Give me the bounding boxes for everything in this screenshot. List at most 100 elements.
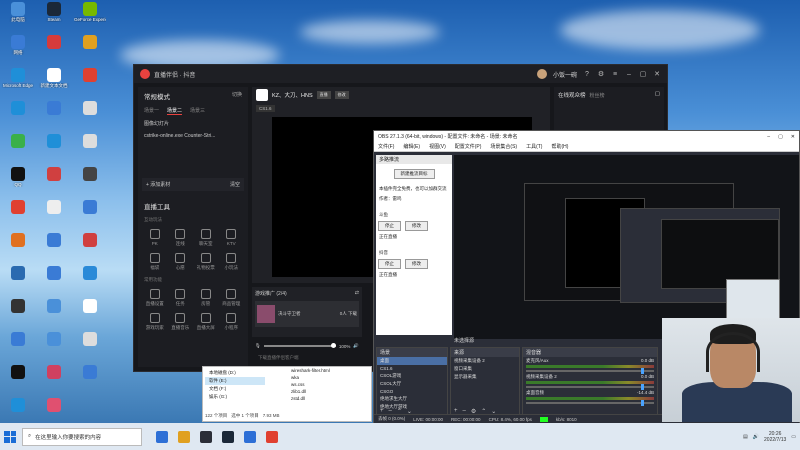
notification-icon[interactable]: ▭ [791, 434, 796, 440]
volume-icon[interactable]: 🔊 [753, 434, 759, 440]
taskbar-app-icon[interactable] [178, 430, 190, 443]
desktop-icon[interactable] [2, 233, 34, 266]
source-item[interactable]: 视频采集设备 2 [451, 357, 519, 365]
tool-gift-vote[interactable]: 礼物投票 [193, 253, 219, 271]
network-icon[interactable]: ▤ [743, 434, 748, 440]
menu-view[interactable]: 视图(V) [429, 143, 446, 150]
minimize-icon[interactable]: – [625, 71, 633, 78]
tool-ktv[interactable]: KTV [219, 229, 245, 247]
desktop-icon[interactable] [38, 167, 70, 200]
tool-link[interactable]: 连线 [168, 229, 194, 247]
tab-scene-3[interactable]: 场景三 [190, 107, 205, 115]
scene-item[interactable]: 桌面 [377, 357, 447, 365]
settings-icon[interactable]: ⚙ [597, 70, 605, 78]
menu-scene-collection[interactable]: 场景集合(S) [490, 143, 517, 150]
menu-help[interactable]: 帮助(H) [551, 143, 568, 150]
file-item[interactable]: wireshark-filter.html [287, 367, 367, 374]
tool-task[interactable]: 任务 [168, 289, 194, 307]
desktop-icon[interactable]: 此电脑 [2, 2, 34, 35]
switch-mode-button[interactable]: 切换 [232, 91, 242, 101]
tool-chatroom[interactable]: 聊天室 [193, 229, 219, 247]
desktop-icon[interactable] [38, 101, 70, 134]
desktop-icon[interactable] [74, 167, 106, 200]
menu-file[interactable]: 文件(F) [378, 143, 394, 150]
desktop-icon[interactable]: 网络 [2, 35, 34, 68]
desktop-icon[interactable] [74, 68, 106, 101]
menu-tools[interactable]: 工具(T) [526, 143, 542, 150]
desktop-icon[interactable] [2, 266, 34, 299]
desktop-icon[interactable] [38, 299, 70, 332]
help-icon[interactable]: ? [583, 71, 591, 78]
file-item[interactable]: wka [287, 374, 367, 381]
fans-tab[interactable]: 粉丝榜 [590, 93, 605, 99]
clock[interactable]: 20:26 2022/7/13 [764, 431, 786, 443]
scene-item[interactable]: CS1.6 [377, 365, 447, 372]
menu-edit[interactable]: 编辑(E) [403, 143, 420, 150]
clear-sources-button[interactable]: 清空 [230, 181, 240, 188]
desktop-icon[interactable] [38, 35, 70, 68]
drive-item[interactable]: 文档 (F:) [205, 385, 265, 393]
stop-button[interactable]: 停止 [378, 259, 401, 269]
tab-scene-2[interactable]: 场景二 [167, 107, 183, 115]
desktop-icon[interactable] [74, 365, 106, 398]
modify-button[interactable]: 修改 [405, 259, 428, 269]
stop-button[interactable]: 停止 [378, 221, 401, 231]
modify-button[interactable]: 修改 [405, 221, 428, 231]
maximize-icon[interactable]: ▢ [639, 70, 647, 78]
volume-fader[interactable] [526, 400, 654, 406]
desktop-icon[interactable] [38, 266, 70, 299]
scene-item[interactable]: CSOL大厅 [377, 380, 447, 388]
desktop-icon[interactable] [38, 365, 70, 398]
menu-profile[interactable]: 配置文件(P) [455, 143, 482, 150]
desktop-icon[interactable] [74, 266, 106, 299]
desktop-icon[interactable]: QQ [2, 167, 34, 200]
drive-item[interactable]: 娱乐 (G:) [205, 393, 265, 401]
desktop-icon[interactable] [74, 200, 106, 233]
avatar[interactable] [536, 69, 547, 79]
scene-item[interactable]: 绝地求生大厅 [377, 395, 447, 403]
close-icon[interactable]: ✕ [791, 134, 795, 140]
volume-fader[interactable] [526, 384, 654, 390]
tool-goods[interactable]: 商品管理 [219, 289, 245, 307]
desktop-icon[interactable] [2, 101, 34, 134]
menu-icon[interactable]: ≡ [611, 71, 619, 78]
source-item-slideshow[interactable]: 图像幻灯片 [138, 117, 248, 130]
promo-card[interactable]: 决斗守卫者 0人 下载 [255, 301, 359, 327]
obs-preview[interactable] [454, 155, 799, 339]
taskbar-app-icon[interactable] [244, 430, 256, 443]
speaker-icon[interactable]: 🔊 [353, 343, 359, 349]
tab-scene-1[interactable]: 场景一 [144, 107, 159, 115]
edit-title-button[interactable]: 修改 [334, 91, 349, 99]
file-item[interactable]: zlib1.dll [287, 388, 367, 395]
tool-gamer[interactable]: 游戏玩家 [142, 313, 168, 331]
desktop-icon[interactable] [74, 299, 106, 332]
tool-miniapp[interactable]: 小程序 [219, 313, 245, 331]
drive-item[interactable]: 本地磁盘 (D:) [205, 369, 265, 377]
tool-bigscreen[interactable]: 直播大屏 [193, 313, 219, 331]
add-source-button[interactable]: + 添加素材 [146, 181, 170, 188]
taskbar-app-icon[interactable] [200, 430, 212, 443]
volume-fader[interactable] [526, 368, 654, 374]
desktop-icon[interactable]: GeForce Experience [74, 2, 106, 35]
desktop-icon[interactable] [2, 134, 34, 167]
close-icon[interactable]: ✕ [653, 70, 661, 78]
drive-item[interactable]: 软件 (E:) [205, 377, 265, 385]
desktop-icon[interactable]: Microsoft Edge [2, 68, 34, 101]
desktop-icon[interactable]: 新建文本文档 [38, 68, 70, 101]
taskbar-app-icon[interactable] [266, 430, 278, 443]
tool-music[interactable]: 直播音乐 [168, 313, 194, 331]
desktop-icon[interactable] [74, 134, 106, 167]
source-item-game-capture[interactable]: cstrike-online.exe Counter-Stri... [138, 130, 248, 142]
source-item[interactable]: 窗口采集 [451, 365, 519, 373]
source-item[interactable]: 显示器采集 [451, 373, 519, 381]
desktop-icon[interactable] [2, 332, 34, 365]
scene-item[interactable]: CSOL游戏 [377, 372, 447, 380]
mic-icon[interactable]: 🎙 [255, 343, 261, 349]
desktop-icon[interactable] [38, 332, 70, 365]
desktop-icon[interactable] [38, 134, 70, 167]
file-item[interactable]: ws.css [287, 381, 367, 388]
live-username[interactable]: 小饭一碗 [553, 70, 577, 79]
taskbar-app-icon[interactable] [156, 430, 168, 443]
desktop-icon[interactable] [2, 299, 34, 332]
desktop-icon[interactable] [2, 200, 34, 233]
